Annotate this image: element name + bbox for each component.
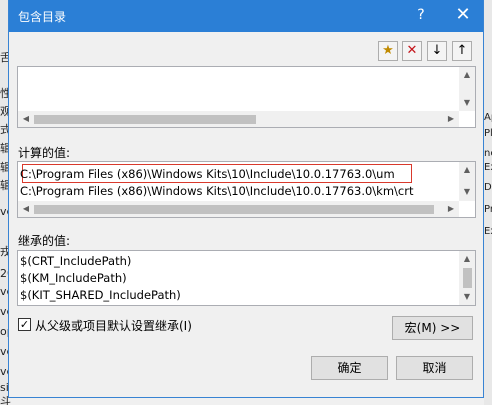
scroll-up-icon[interactable]: ▲ xyxy=(459,67,475,83)
edit-vertical-scrollbar[interactable]: ▲ ▼ xyxy=(459,67,475,111)
scroll-left-icon[interactable]: ◀ xyxy=(18,201,34,217)
evaluated-values-list[interactable]: C:\Program Files (x86)\Windows Kits\10\I… xyxy=(17,161,476,218)
move-up-button[interactable]: ↑ xyxy=(452,41,472,61)
title-bar: 包含目录 ? ✕ xyxy=(9,0,483,32)
background-text: ne xyxy=(484,148,492,159)
background-text: Ex xyxy=(484,162,492,173)
background-window-right: Ap Pl ne Ex D Pr Ex xyxy=(484,0,492,405)
list-item: $(CRT_IncludePath) xyxy=(20,254,132,268)
delete-line-button[interactable]: ✕ xyxy=(402,41,422,61)
inherit-checkbox[interactable]: ✓ xyxy=(18,318,31,331)
new-line-button[interactable]: ★ xyxy=(378,41,398,61)
background-text: Ex xyxy=(484,226,492,237)
dialog-title: 包含目录 xyxy=(18,10,67,24)
background-text: D xyxy=(484,182,492,193)
inherited-vertical-scrollbar[interactable]: ▲ ▼ xyxy=(459,251,475,305)
list-item: $(KIT_SHARED_IncludePath) xyxy=(20,288,181,302)
scroll-right-icon[interactable]: ▶ xyxy=(443,201,459,217)
inherit-checkbox-label[interactable]: 从父级或项目默认设置继承(I) xyxy=(35,317,192,334)
background-text: Pr xyxy=(484,204,492,215)
inherited-values-label: 继承的值: xyxy=(18,234,71,248)
scroll-up-icon[interactable]: ▲ xyxy=(459,251,475,267)
evaluated-vertical-scrollbar[interactable]: ▲ ▼ xyxy=(459,162,475,201)
help-button[interactable]: ? xyxy=(401,0,441,32)
list-item[interactable]: C:\Program Files (x86)\Windows Kits\10\I… xyxy=(20,166,395,182)
arrow-down-icon: ↓ xyxy=(431,43,443,58)
directory-edit-box[interactable]: ▲ ▼ ◀ ▶ xyxy=(17,66,476,128)
background-text: Ap xyxy=(484,112,492,123)
scroll-down-icon[interactable]: ▼ xyxy=(459,289,475,305)
background-window-left: 舌性观式辑辑辑 ve 戎 20 ve ve op ve ve si 斗 xyxy=(0,0,14,405)
list-item[interactable]: C:\Program Files (x86)\Windows Kits\10\I… xyxy=(20,183,413,199)
move-down-button[interactable]: ↓ xyxy=(427,41,447,61)
evaluated-horizontal-scrollbar[interactable]: ◀ ▶ xyxy=(18,201,459,217)
close-button[interactable]: ✕ xyxy=(443,0,483,32)
macro-button[interactable]: 宏(M) >> xyxy=(392,316,473,340)
new-folder-icon: ★ xyxy=(382,43,394,58)
checkmark-icon: ✓ xyxy=(19,318,30,331)
list-item: $(KM_IncludePath) xyxy=(20,271,127,285)
edit-horizontal-scrollbar[interactable]: ◀ ▶ xyxy=(18,111,459,127)
scroll-up-icon[interactable]: ▲ xyxy=(459,162,475,178)
delete-icon: ✕ xyxy=(406,43,418,58)
horizontal-scroll-thumb[interactable] xyxy=(34,115,256,124)
ok-button[interactable]: 确定 xyxy=(311,356,388,380)
scroll-right-icon[interactable]: ▶ xyxy=(443,111,459,127)
inherited-values-list[interactable]: $(CRT_IncludePath) $(KM_IncludePath) $(K… xyxy=(17,250,476,306)
background-text: Pl xyxy=(484,128,492,139)
scroll-left-icon[interactable]: ◀ xyxy=(18,111,34,127)
include-directories-dialog: 包含目录 ? ✕ ★ ✕ ↓ ↑ ▲ ▼ ◀ ▶ 计算的值: C:\Progra… xyxy=(8,0,484,398)
vertical-scroll-thumb[interactable] xyxy=(463,268,472,288)
cancel-button[interactable]: 取消 xyxy=(396,356,473,380)
scroll-down-icon[interactable]: ▼ xyxy=(459,184,475,200)
arrow-up-icon: ↑ xyxy=(456,43,468,58)
horizontal-scroll-thumb[interactable] xyxy=(34,205,434,214)
evaluated-values-label: 计算的值: xyxy=(18,146,71,160)
scroll-down-icon[interactable]: ▼ xyxy=(459,95,475,111)
